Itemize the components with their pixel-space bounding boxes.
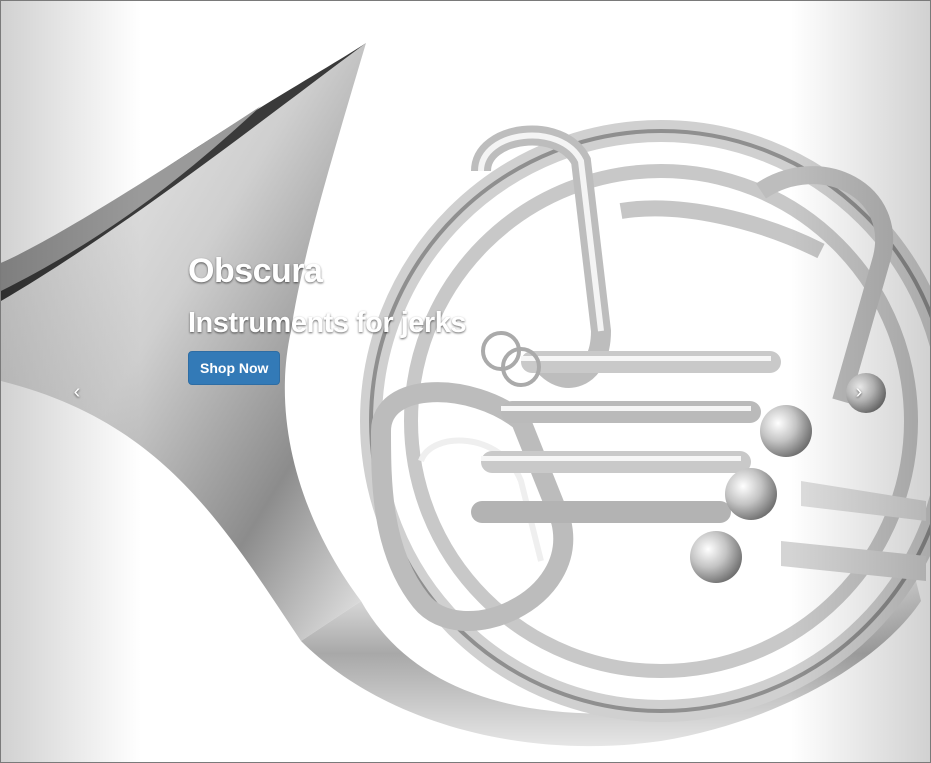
chevron-right-icon: › [855, 381, 863, 403]
carousel-prev-control[interactable]: ‹ [62, 377, 92, 407]
shop-now-button[interactable]: Shop Now [188, 351, 281, 385]
slide-image-french-horn [1, 1, 930, 762]
hero-carousel: Obscura Instruments for jerks Shop Now ‹… [0, 0, 931, 763]
chevron-left-icon: ‹ [73, 381, 81, 403]
carousel-next-control[interactable]: › [844, 377, 874, 407]
slide-title: Obscura [188, 252, 323, 290]
slide-caption: Obscura Instruments for jerks Shop Now [188, 249, 466, 385]
slide-subtitle: Instruments for jerks [188, 307, 466, 339]
